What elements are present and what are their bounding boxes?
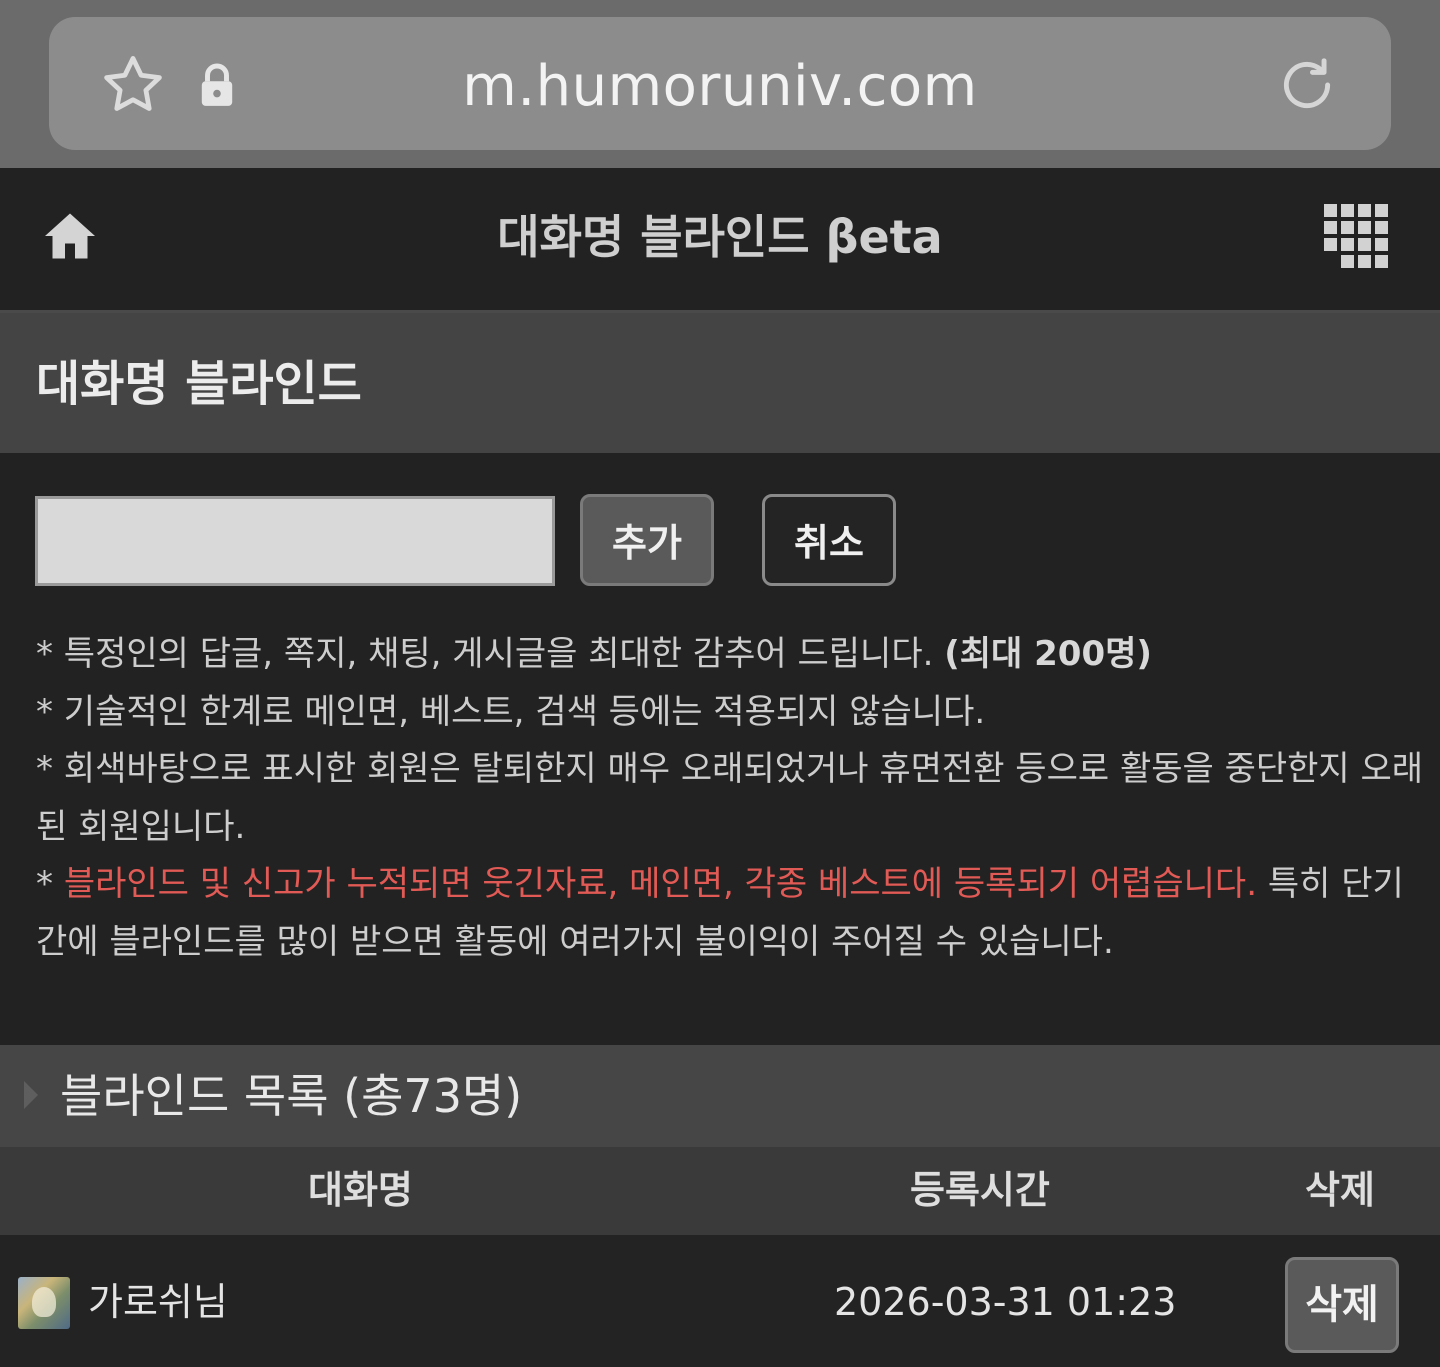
- section-title: 대화명 블라인드: [36, 356, 362, 412]
- notice-line-2: * 기술적인 한계로 메인면, 베스트, 검색 등에는 적용되지 않습니다.: [36, 691, 986, 732]
- column-delete: 삭제: [1305, 1168, 1375, 1212]
- notice-line-1: * 특정인의 답글, 쪽지, 채팅, 게시글을 최대한 감추어 드립니다. (최…: [36, 626, 1426, 684]
- notice-warning: 블라인드 및 신고가 누적되면 웃긴자료, 메인면, 각종 베스트에 등록되기 …: [63, 864, 1258, 904]
- section-header: 대화명 블라인드: [0, 313, 1440, 453]
- avatar: [18, 1277, 70, 1329]
- notice-text: * 특정인의 답글, 쪽지, 채팅, 게시글을 최대한 감추어 드립니다. (최…: [36, 626, 1426, 971]
- notice-line-4-prefix: *: [36, 864, 64, 904]
- row-nickname[interactable]: 가로쉬님: [88, 1271, 228, 1333]
- blind-list-title: 블라인드 목록 (총73명): [60, 1069, 523, 1123]
- blind-list-header[interactable]: 블라인드 목록 (총73명): [0, 1045, 1440, 1147]
- table-header: 대화명 등록시간 삭제: [0, 1147, 1440, 1235]
- reload-icon[interactable]: [1274, 52, 1340, 118]
- url-text: m.humoruniv.com: [462, 54, 978, 119]
- row-registered-time: 2026-03-31 01:23: [834, 1280, 1177, 1324]
- delete-button[interactable]: 삭제: [1285, 1257, 1399, 1353]
- column-nickname: 대화명: [308, 1168, 413, 1212]
- cancel-button[interactable]: 취소: [762, 494, 896, 586]
- notice-line-3: * 회색바탕으로 표시한 회원은 탈퇴한지 매우 오래되었거나 휴면전환 등으로…: [36, 749, 1424, 847]
- column-registered-time: 등록시간: [910, 1168, 1050, 1212]
- page-title: 대화명 블라인드 βeta: [497, 210, 943, 264]
- site-header: 대화명 블라인드 βeta: [0, 168, 1440, 313]
- nickname-input[interactable]: [35, 496, 555, 586]
- notice-max-count: (최대 200명): [944, 634, 1152, 674]
- table-row: 가로쉬님 2026-03-31 01:23 삭제: [0, 1235, 1440, 1367]
- notice-line-1-text: * 특정인의 답글, 쪽지, 채팅, 게시글을 최대한 감추어 드립니다.: [36, 634, 945, 674]
- add-button[interactable]: 추가: [580, 494, 714, 586]
- grid-menu-icon[interactable]: [1324, 204, 1394, 274]
- browser-toolbar: m.humoruniv.com: [0, 0, 1440, 168]
- caret-right-icon: [24, 1081, 38, 1109]
- notice-line-4: * 블라인드 및 신고가 누적되면 웃긴자료, 메인면, 각종 베스트에 등록되…: [36, 856, 1426, 971]
